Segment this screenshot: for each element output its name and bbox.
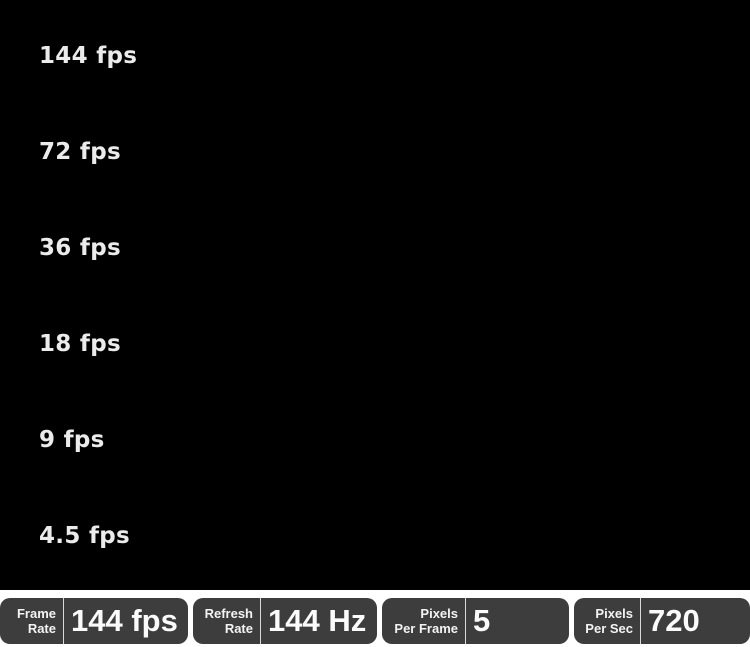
lane-label-72fps: 72 fps [39,139,121,165]
lane-label-144fps: 144 fps [39,43,138,69]
refresh-rate-info: Refresh Rate 144 Hz [193,598,377,644]
refresh-rate-value: 144 Hz [268,603,367,638]
refresh-rate-label: Refresh Rate [193,598,261,644]
lane-label-4-5fps: 4.5 fps [39,523,131,549]
pixels-per-frame-value: 5 [473,603,491,638]
status-bar: Frame Rate 144 fps Refresh Rate 144 Hz P… [0,590,750,647]
lane-label-9fps: 9 fps [39,427,105,453]
pixels-per-sec-value: 720 [648,603,700,638]
pixels-per-sec-info: Pixels Per Sec 720 [574,598,750,644]
frame-rate-info: Frame Rate 144 fps [0,598,188,644]
lane-label-36fps: 36 fps [39,235,121,261]
pixels-per-frame-info: Pixels Per Frame 5 [382,598,569,644]
frame-rate-label: Frame Rate [0,598,64,644]
pixels-per-frame-label: Pixels Per Frame [382,598,466,644]
pixels-per-sec-label: Pixels Per Sec [574,598,641,644]
frame-rate-value: 144 fps [71,603,178,638]
lane-label-18fps: 18 fps [39,331,121,357]
animation-stage: 144 fps 72 fps 36 fps 18 fps 9 fps 4.5 f… [0,0,750,590]
